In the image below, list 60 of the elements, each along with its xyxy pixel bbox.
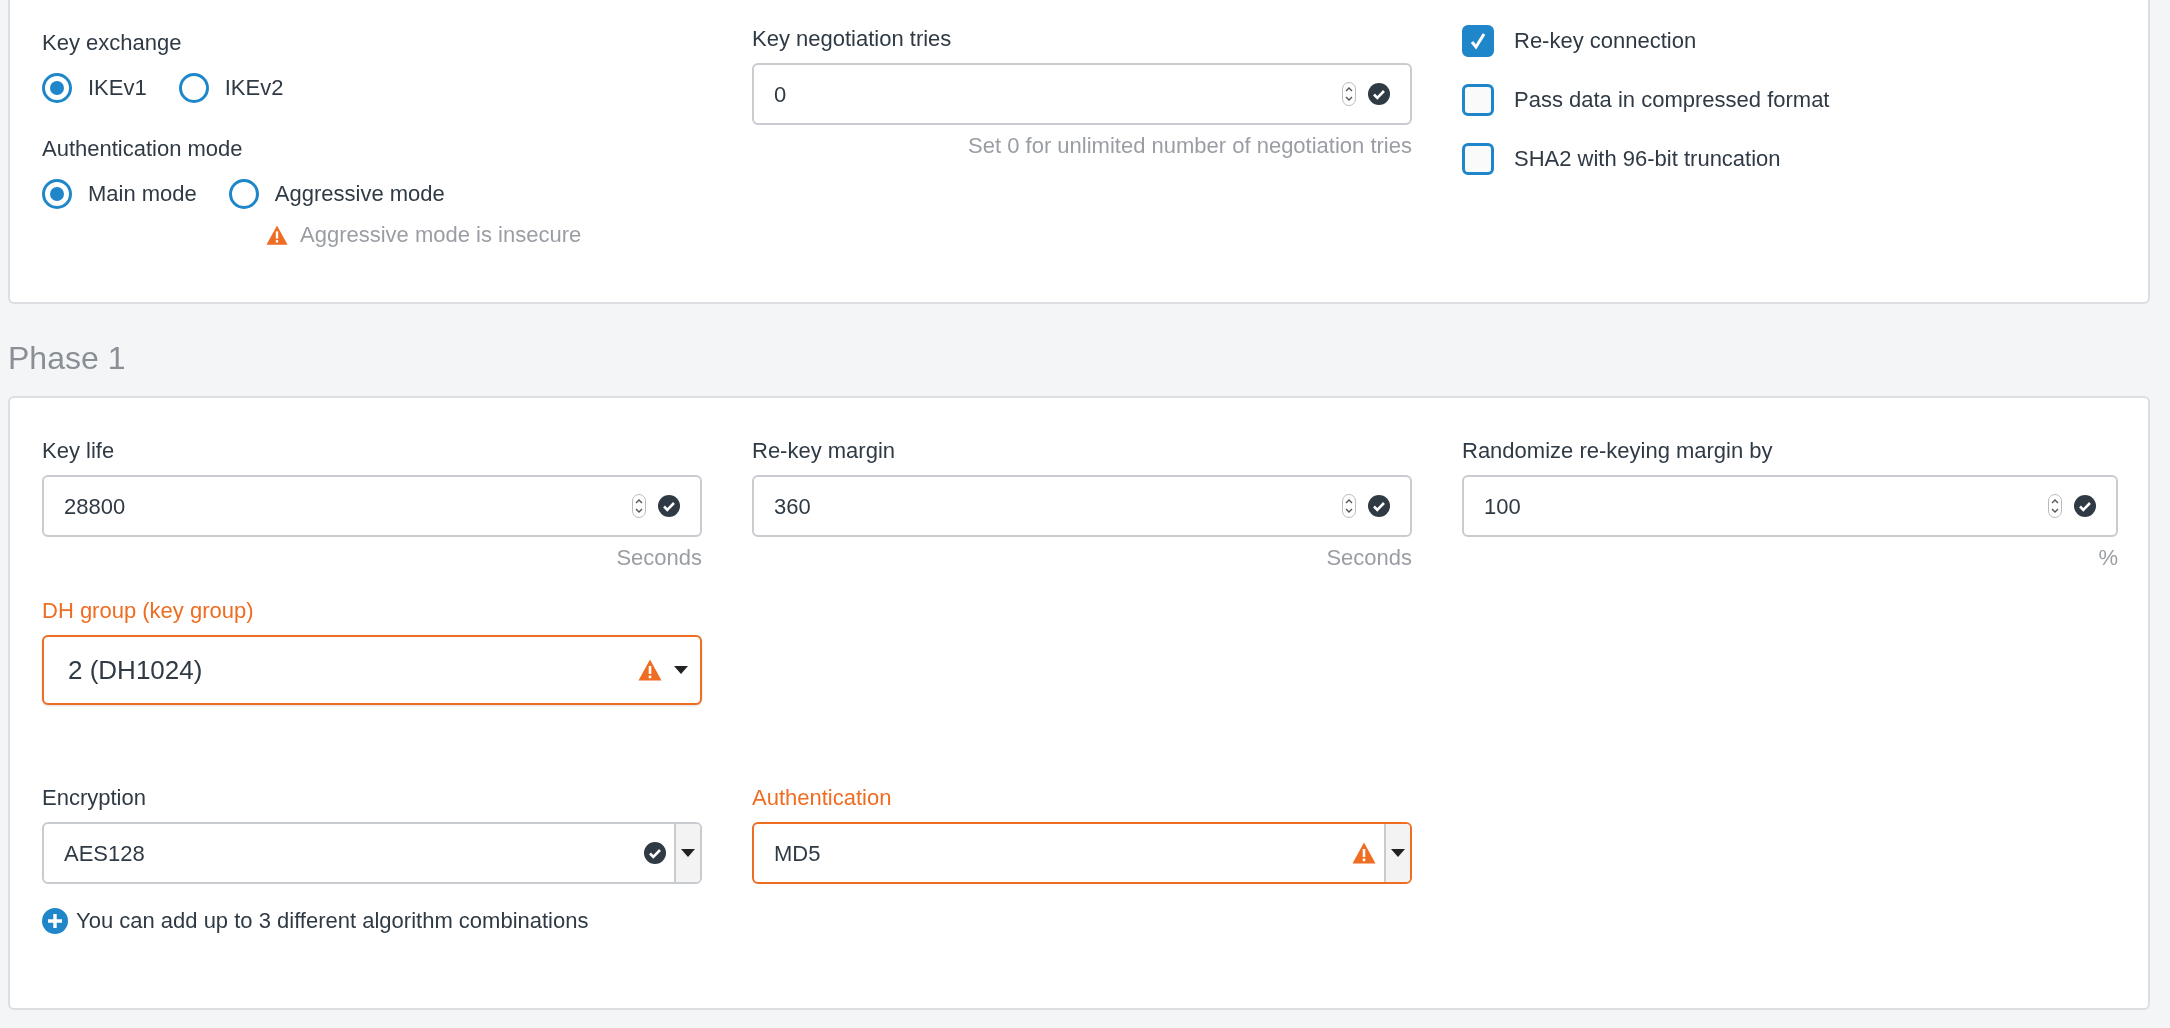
check-icon bbox=[658, 495, 680, 517]
dropdown-value: 2 (DH1024) bbox=[68, 653, 204, 687]
unit-label: % bbox=[2098, 544, 2118, 572]
field-label: DH group (key group) bbox=[42, 597, 255, 625]
field-label: Key exchange bbox=[42, 29, 183, 57]
add-icon[interactable] bbox=[42, 907, 68, 934]
caret-icon bbox=[1391, 849, 1405, 857]
radio-label: IKEv2 bbox=[224, 74, 284, 102]
radio-button[interactable] bbox=[228, 178, 259, 209]
radio-label: Aggressive mode bbox=[274, 180, 445, 208]
spinner-icon[interactable] bbox=[632, 494, 646, 518]
dropdown[interactable]: 2 (DH1024) bbox=[42, 635, 702, 705]
checkbox-label: Re-key connection bbox=[1514, 27, 1697, 55]
dropdown-value: MD5 bbox=[774, 839, 822, 868]
radio-button[interactable] bbox=[42, 72, 72, 103]
input-value: 360 bbox=[774, 492, 812, 521]
caret-icon bbox=[681, 849, 695, 857]
field-label: Encryption bbox=[42, 784, 147, 812]
hint-text: Set 0 for unlimited number of negotiation tries bbox=[968, 132, 1412, 160]
add-note: You can add up to 3 different algorithm combinations bbox=[76, 907, 589, 935]
warning-text: Aggressive mode is insecure bbox=[300, 221, 582, 249]
checkbox[interactable] bbox=[1462, 83, 1494, 116]
radio-label: IKEv1 bbox=[88, 74, 147, 102]
unit-label: Seconds bbox=[1326, 544, 1412, 572]
input-value: 28800 bbox=[64, 492, 127, 521]
check-icon bbox=[1368, 495, 1390, 517]
check-icon bbox=[1368, 83, 1390, 105]
number-input[interactable]: 360 bbox=[752, 475, 1412, 537]
radio-button[interactable] bbox=[178, 72, 209, 103]
input-value: 0 bbox=[774, 80, 788, 109]
radio-label: Main mode bbox=[88, 180, 197, 208]
check-icon bbox=[644, 842, 666, 864]
checkbox[interactable] bbox=[1462, 142, 1494, 175]
unit-label: Seconds bbox=[616, 544, 702, 572]
check-icon bbox=[2074, 495, 2096, 517]
input-value: 100 bbox=[1484, 492, 1522, 521]
field-label: Authentication mode bbox=[42, 135, 244, 163]
checkbox[interactable] bbox=[1462, 24, 1494, 57]
field-label: Re-key margin bbox=[752, 437, 897, 465]
field-label: Key negotiation tries bbox=[752, 25, 953, 53]
checkbox-label: Pass data in compressed format bbox=[1514, 86, 1830, 114]
dropdown[interactable]: AES128 bbox=[42, 822, 702, 884]
warning-icon bbox=[1352, 841, 1376, 865]
number-input[interactable]: 0 bbox=[752, 63, 1412, 125]
number-input[interactable]: 28800 bbox=[42, 475, 702, 537]
field-label: Randomize re-keying margin by bbox=[1462, 437, 1774, 465]
field-label: Authentication bbox=[752, 784, 893, 812]
caret-icon bbox=[674, 666, 688, 674]
dropdown-value: AES128 bbox=[64, 839, 146, 868]
spinner-icon[interactable] bbox=[1342, 494, 1356, 518]
dropdown[interactable]: MD5 bbox=[752, 822, 1412, 884]
checkbox-label: SHA2 with 96-bit truncation bbox=[1514, 145, 1781, 173]
number-input[interactable]: 100 bbox=[1462, 475, 2118, 537]
spinner-icon[interactable] bbox=[2048, 494, 2062, 518]
spinner-icon[interactable] bbox=[1342, 82, 1356, 106]
section-heading: Phase 1 bbox=[8, 339, 127, 378]
warning-icon bbox=[266, 223, 288, 246]
warning-icon bbox=[638, 658, 662, 682]
radio-button[interactable] bbox=[42, 178, 72, 209]
field-label: Key life bbox=[42, 437, 116, 465]
